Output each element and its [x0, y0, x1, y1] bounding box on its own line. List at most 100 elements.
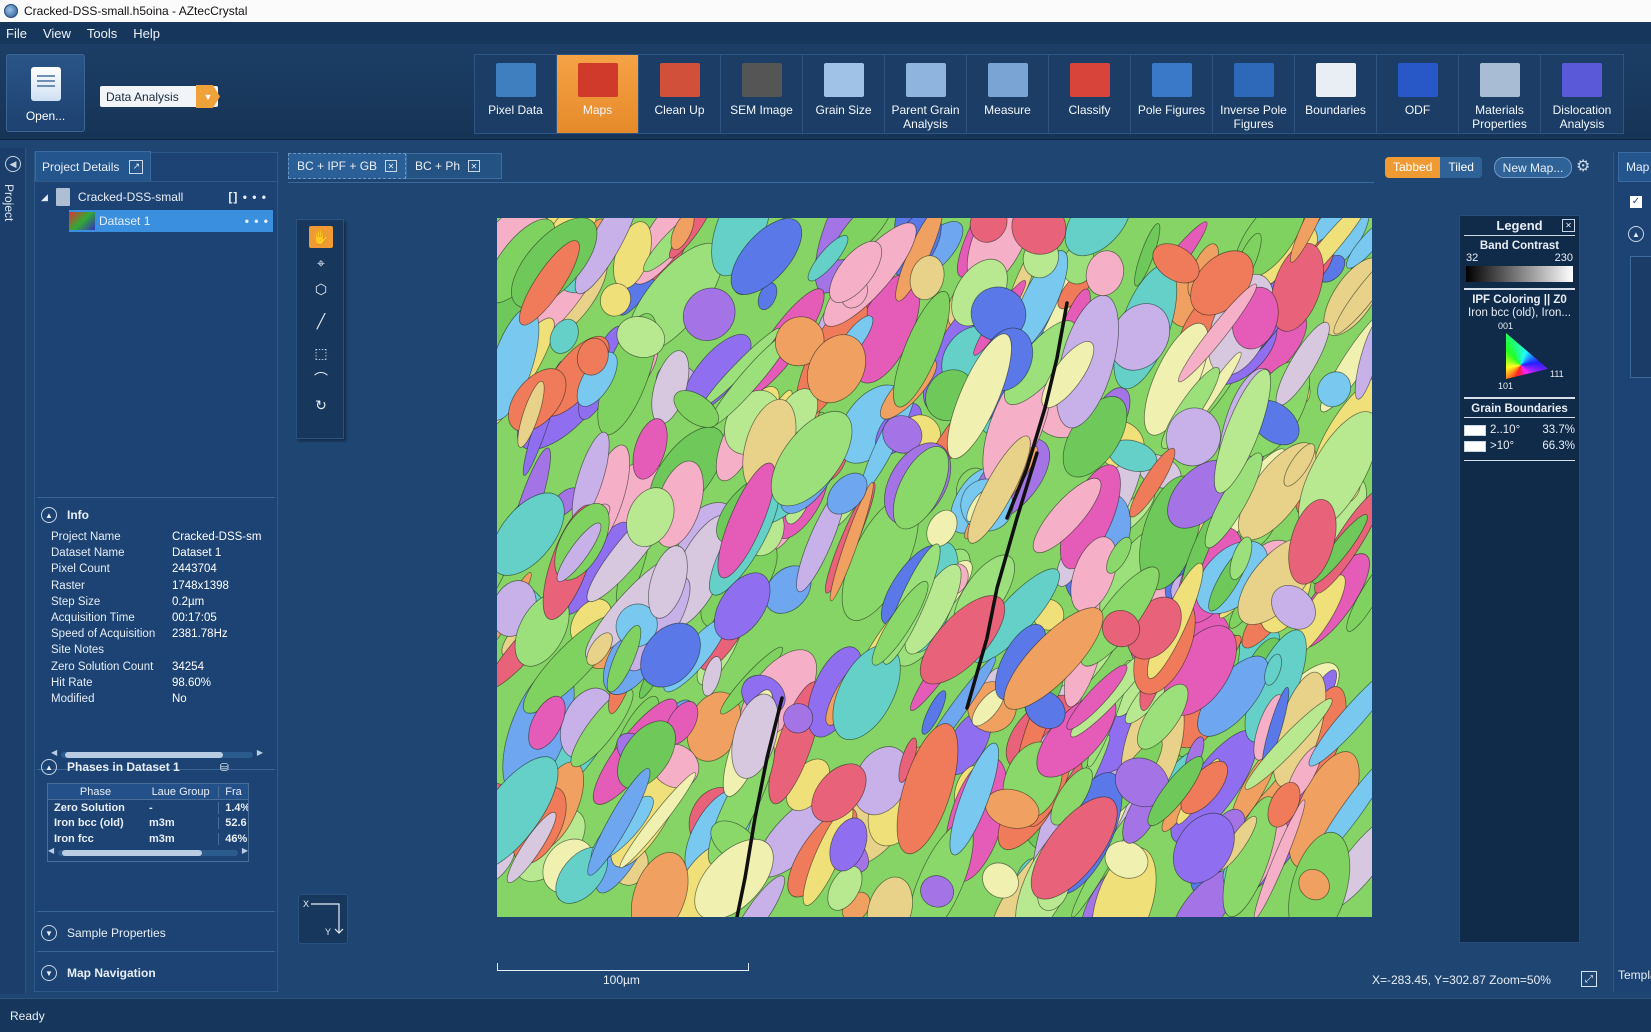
rectangle-select-icon[interactable]: ⬚: [309, 342, 333, 364]
chevron-down-icon[interactable]: ▼: [196, 85, 220, 108]
scroll-thumb[interactable]: [62, 849, 202, 856]
tiled-button[interactable]: Tiled: [1440, 157, 1482, 178]
cursor-coordinates: X=-283.45, Y=302.87 Zoom=50%: [1372, 973, 1551, 987]
info-section-header[interactable]: ▲ Info: [41, 503, 89, 527]
info-value: 34254: [172, 660, 204, 673]
tool-grain-size[interactable]: Grain Size: [803, 55, 885, 133]
tree-item-dataset[interactable]: Dataset 1 • • •: [69, 210, 273, 232]
database-icon[interactable]: ⛁: [220, 761, 229, 774]
tree-item-project[interactable]: ◢ Cracked-DSS-small [] • • •: [41, 186, 271, 208]
expand-triangle-icon[interactable]: ◢: [41, 192, 48, 203]
template-label[interactable]: Templa: [1618, 968, 1651, 982]
tool-label: ODF: [1404, 103, 1431, 117]
tool-measure[interactable]: Measure: [967, 55, 1049, 133]
collapse-up-icon[interactable]: ▲: [1628, 226, 1644, 242]
collapse-up-icon[interactable]: ▲: [41, 507, 57, 523]
sample-properties-header[interactable]: ▼ Sample Properties: [41, 921, 166, 945]
menu-help[interactable]: Help: [133, 26, 160, 41]
tool-parent-grain[interactable]: Parent Grain Analysis: [885, 55, 967, 133]
inverse-pole-figures-icon: [1233, 63, 1274, 97]
tool-boundaries[interactable]: Boundaries: [1295, 55, 1377, 133]
line-tool-icon[interactable]: ╱: [309, 310, 333, 332]
scroll-right-icon[interactable]: ▶: [257, 748, 263, 757]
info-row: Hit Rate 98.60%: [51, 677, 271, 693]
ipf-triangle-icon: [1506, 333, 1548, 379]
expand-down-icon[interactable]: ▼: [41, 965, 57, 981]
phases-scrollbar[interactable]: ◀ ▶: [48, 846, 248, 861]
ipf-subtitle: Iron bcc (old), Iron...: [1468, 307, 1571, 319]
view-mode-toggle: Tabbed Tiled: [1385, 157, 1482, 178]
table-row[interactable]: Zero Solution - 1.4%: [48, 800, 248, 816]
tab-map-settings[interactable]: Map S: [1618, 152, 1651, 182]
checkbox[interactable]: ✓: [1630, 196, 1642, 208]
col-fraction[interactable]: Fra: [218, 785, 248, 798]
legend-panel: Legend ✕ Band Contrast 32 230 IPF Colori…: [1459, 215, 1580, 943]
menu-tools[interactable]: Tools: [87, 26, 117, 41]
scroll-right-icon[interactable]: ▶: [242, 846, 248, 855]
tool-pixel-data[interactable]: Pixel Data: [475, 55, 557, 133]
pan-hand-icon[interactable]: ✋: [309, 226, 333, 248]
rotate-select-icon[interactable]: ↻: [309, 394, 333, 416]
tab-project-details[interactable]: Project Details ↗: [35, 151, 151, 181]
col-laue-group[interactable]: Laue Group: [143, 786, 218, 798]
table-row[interactable]: Iron bcc (old) m3m 52.6: [48, 816, 248, 832]
scale-label: 100µm: [603, 973, 640, 987]
close-icon[interactable]: ✕: [468, 160, 481, 172]
mode-value: Data Analysis: [106, 89, 179, 104]
close-icon[interactable]: ✕: [385, 160, 398, 172]
gb-range: 2..10°: [1490, 424, 1521, 436]
crosshair-icon[interactable]: ⌖: [309, 252, 333, 274]
tool-inverse-pole-figures[interactable]: Inverse Pole Figures: [1213, 55, 1295, 133]
open-button[interactable]: Open...: [6, 54, 85, 132]
popout-icon[interactable]: ↗: [129, 159, 144, 174]
phases-section-header[interactable]: ▲ Phases in Dataset 1 ⛁: [41, 755, 229, 779]
band-contrast-title: Band Contrast: [1479, 240, 1560, 252]
tool-label: Dislocation Analysis: [1552, 103, 1612, 131]
tool-odf[interactable]: ODF: [1377, 55, 1459, 133]
ebsd-map-image[interactable]: [497, 218, 1372, 917]
tool-label: Clean Up: [654, 103, 705, 117]
legend-separator: [1464, 288, 1575, 290]
hexagon-icon[interactable]: ⬡: [309, 278, 333, 300]
maps-icon: [577, 63, 618, 97]
expand-down-icon[interactable]: ▼: [41, 925, 57, 941]
tool-classify[interactable]: Classify: [1049, 55, 1131, 133]
tool-clean-up[interactable]: Clean Up: [639, 55, 721, 133]
more-options-icon[interactable]: [] • • •: [228, 190, 267, 204]
info-row: Zero Solution Count 34254: [51, 661, 271, 677]
gb-row-high: >10° 66.3%: [1460, 438, 1579, 454]
tool-maps[interactable]: Maps: [557, 55, 639, 133]
collapse-left-icon[interactable]: ◀: [5, 156, 21, 172]
dataset-more-icon[interactable]: • • •: [245, 214, 269, 228]
menu-view[interactable]: View: [43, 26, 71, 41]
tool-label: Grain Size: [815, 103, 872, 117]
tool-pole-figures[interactable]: Pole Figures: [1131, 55, 1213, 133]
mode-dropdown[interactable]: Data Analysis ▼: [100, 85, 220, 108]
tool-label: Pole Figures: [1137, 103, 1206, 117]
table-row[interactable]: Iron fcc m3m 46%: [48, 831, 248, 847]
info-key: Step Size: [51, 595, 101, 608]
new-map-button[interactable]: New Map...: [1494, 157, 1572, 178]
project-side-label[interactable]: Project: [2, 184, 16, 221]
tab-bc-ipf-gb[interactable]: BC + IPF + GB ✕: [288, 153, 406, 179]
tool-materials-properties[interactable]: Materials Properties: [1459, 55, 1541, 133]
close-icon[interactable]: ✕: [1562, 219, 1575, 232]
tool-sem-image[interactable]: SEM Image: [721, 55, 803, 133]
info-row: Acquisition Time 00:17:05: [51, 612, 271, 628]
tab-bc-ph[interactable]: BC + Ph ✕: [406, 153, 502, 179]
divider: [37, 951, 275, 952]
gb-swatch: [1464, 440, 1486, 452]
gear-icon[interactable]: ⚙: [1576, 158, 1594, 176]
tabbed-button[interactable]: Tabbed: [1385, 157, 1441, 178]
sample-properties-label: Sample Properties: [67, 926, 166, 940]
fit-to-window-icon[interactable]: ⤢: [1581, 971, 1597, 987]
scroll-left-icon[interactable]: ◀: [48, 846, 54, 855]
map-navigation-header[interactable]: ▼ Map Navigation: [41, 961, 156, 985]
aztec-app-icon: [4, 4, 18, 18]
collapse-up-icon[interactable]: ▲: [41, 759, 57, 775]
tool-dislocation-analysis[interactable]: Dislocation Analysis: [1541, 55, 1623, 133]
tool-label: Parent Grain Analysis: [891, 103, 960, 131]
menu-file[interactable]: File: [6, 26, 27, 41]
col-phase[interactable]: Phase: [48, 786, 143, 798]
lasso-select-icon[interactable]: ⌒: [309, 368, 333, 390]
